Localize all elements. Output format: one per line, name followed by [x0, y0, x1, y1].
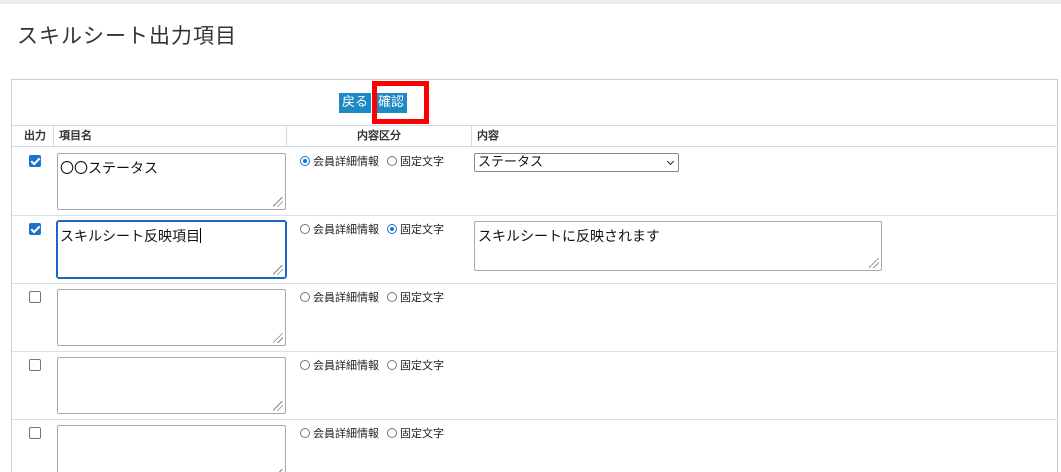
content-select[interactable]: ステータス	[474, 153, 679, 172]
header-divider	[286, 126, 287, 147]
member-detail-label: 会員詳細情報	[313, 359, 379, 372]
item-name-textarea[interactable]	[57, 289, 286, 346]
content-type-radio-group: 会員詳細情報 固定文字	[300, 425, 452, 441]
fixed-text-radio[interactable]	[387, 292, 397, 302]
member-detail-radio[interactable]	[300, 156, 310, 166]
header-item-name: 項目名	[59, 129, 92, 142]
header-output: 出力	[24, 129, 46, 142]
top-bar	[0, 0, 1061, 4]
content-type-radio-group: 会員詳細情報 固定文字	[300, 221, 452, 237]
fixed-text-radio[interactable]	[387, 224, 397, 234]
table-header: 出力 項目名 内容区分 内容	[12, 125, 1057, 147]
content-type-radio-group: 会員詳細情報 固定文字	[300, 153, 452, 169]
content-text: スキルシートに反映されます	[478, 229, 660, 245]
output-checkbox[interactable]	[29, 427, 41, 439]
item-name-textarea[interactable]	[57, 425, 286, 472]
fixed-text-label: 固定文字	[400, 155, 444, 168]
member-detail-label: 会員詳細情報	[313, 155, 379, 168]
item-name-textarea[interactable]: スキルシート反映項目	[56, 220, 287, 279]
content-type-radio-group: 会員詳細情報 固定文字	[300, 357, 452, 373]
header-content: 内容	[477, 129, 499, 142]
table-row: 〇〇ステータス 会員詳細情報 固定文字 ステータス	[12, 148, 1057, 216]
page-title: スキルシート出力項目	[17, 24, 237, 48]
resize-grip-icon[interactable]	[869, 258, 879, 268]
fixed-text-label: 固定文字	[400, 291, 444, 304]
content-textarea[interactable]: スキルシートに反映されます	[474, 221, 882, 271]
settings-panel: 戻る 確認 出力 項目名 内容区分 内容 〇〇ステータス 会員詳細情報 固定文字 ステ…	[11, 79, 1058, 472]
item-name-textarea[interactable]: 〇〇ステータス	[57, 153, 286, 210]
fixed-text-label: 固定文字	[400, 223, 444, 236]
table-row: 会員詳細情報 固定文字	[12, 420, 1057, 472]
resize-grip-icon[interactable]	[273, 265, 283, 275]
content-select-value: ステータス	[478, 155, 544, 170]
table-row: スキルシート反映項目 会員詳細情報 固定文字 スキルシートに反映されます	[12, 216, 1057, 284]
output-checkbox[interactable]	[29, 223, 41, 235]
fixed-text-radio[interactable]	[387, 360, 397, 370]
fixed-text-label: 固定文字	[400, 427, 444, 440]
table-row: 会員詳細情報 固定文字	[12, 352, 1057, 420]
button-bar: 戻る 確認	[339, 93, 408, 113]
member-detail-radio[interactable]	[300, 224, 310, 234]
resize-grip-icon[interactable]	[273, 197, 283, 207]
confirm-button[interactable]: 確認	[375, 93, 408, 113]
fixed-text-label: 固定文字	[400, 359, 444, 372]
content-type-radio-group: 会員詳細情報 固定文字	[300, 289, 452, 305]
header-content-type: 内容区分	[357, 129, 401, 142]
member-detail-label: 会員詳細情報	[313, 291, 379, 304]
output-checkbox[interactable]	[29, 359, 41, 371]
output-checkbox[interactable]	[29, 155, 41, 167]
back-button[interactable]: 戻る	[339, 93, 372, 113]
fixed-text-radio[interactable]	[387, 428, 397, 438]
chevron-down-icon	[666, 157, 675, 166]
header-divider	[53, 126, 54, 147]
table-row: 会員詳細情報 固定文字	[12, 284, 1057, 352]
item-name-text: 〇〇ステータス	[60, 161, 158, 177]
resize-grip-icon[interactable]	[273, 333, 283, 343]
member-detail-label: 会員詳細情報	[313, 427, 379, 440]
fixed-text-radio[interactable]	[387, 156, 397, 166]
member-detail-radio[interactable]	[300, 360, 310, 370]
output-checkbox[interactable]	[29, 291, 41, 303]
member-detail-radio[interactable]	[300, 292, 310, 302]
member-detail-radio[interactable]	[300, 428, 310, 438]
resize-grip-icon[interactable]	[273, 401, 283, 411]
header-divider	[471, 126, 472, 147]
item-name-textarea[interactable]	[57, 357, 286, 414]
item-name-text: スキルシート反映項目	[60, 229, 200, 245]
member-detail-label: 会員詳細情報	[313, 223, 379, 236]
text-caret	[200, 228, 201, 243]
